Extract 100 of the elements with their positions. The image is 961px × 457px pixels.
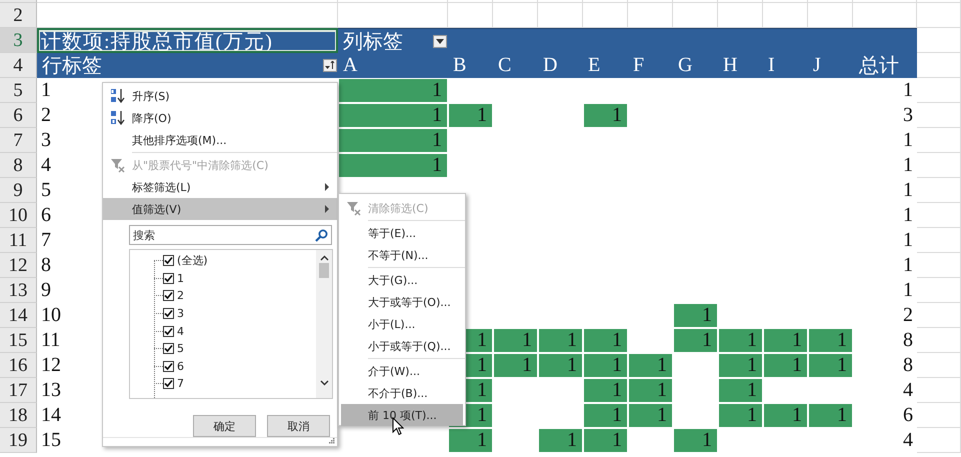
search-icon (315, 229, 328, 242)
checkbox[interactable] (163, 378, 174, 390)
scrollbar-thumb[interactable] (319, 263, 329, 278)
sheet-cell[interactable] (917, 153, 961, 178)
checkbox-label[interactable]: 7 (177, 377, 184, 390)
row-label: 10 (41, 304, 61, 327)
sheet-cell[interactable] (917, 403, 961, 428)
checkbox-label[interactable]: 6 (177, 360, 184, 373)
sort-filter-icon (325, 61, 335, 70)
sheet-cell[interactable] (763, 0, 808, 3)
scrollbar[interactable] (316, 250, 332, 398)
sheet-cell[interactable] (673, 0, 718, 3)
sheet-cell[interactable] (917, 78, 961, 103)
row-header[interactable]: 3 (0, 28, 37, 53)
menu-item[interactable]: 值筛选(V) (103, 198, 337, 220)
checkbox[interactable] (163, 326, 174, 337)
row-header[interactable]: 11 (0, 228, 37, 253)
menu-item[interactable]: 其他排序选项(M)... (103, 129, 337, 151)
dialog-button[interactable]: 确定 (193, 415, 256, 437)
checkbox[interactable] (163, 343, 174, 354)
sheet-cell[interactable] (917, 203, 961, 228)
checkbox-label[interactable]: (全选) (177, 253, 208, 268)
sheet-cell[interactable] (917, 3, 961, 28)
total-cell-text: 8 (902, 353, 914, 378)
row-header[interactable]: 13 (0, 278, 37, 303)
row-header[interactable]: 16 (0, 353, 37, 378)
sheet-cell[interactable] (917, 28, 961, 53)
value-cell: 1 (449, 429, 492, 452)
sheet-cell[interactable] (853, 0, 917, 3)
sheet-cell[interactable] (917, 303, 961, 328)
sheet-cell[interactable] (37, 0, 338, 3)
row-header[interactable]: 15 (0, 328, 37, 353)
row-header[interactable]: 10 (0, 203, 37, 228)
menu-item[interactable]: 标签筛选(L) (103, 176, 337, 198)
checkbox[interactable] (163, 290, 174, 302)
sheet-cell[interactable] (917, 328, 961, 353)
menu-item[interactable]: 降序(O) (103, 107, 337, 129)
menu-item[interactable]: 不等于(N)... (339, 244, 465, 266)
column-header: H (718, 53, 763, 78)
row-header[interactable]: 7 (0, 128, 37, 153)
checkbox[interactable] (163, 272, 174, 284)
row-header[interactable]: 5 (0, 78, 37, 103)
checkbox-label[interactable]: 1 (177, 272, 184, 285)
sheet-cell[interactable] (583, 0, 628, 3)
sheet-cell[interactable] (917, 428, 961, 453)
sheet-cell[interactable] (718, 0, 763, 3)
checkbox[interactable] (163, 255, 174, 266)
column-header: A (338, 53, 448, 78)
sheet-cell[interactable] (917, 53, 961, 78)
sheet-cell[interactable] (917, 228, 961, 253)
sheet-cell[interactable] (917, 378, 961, 403)
scroll-up-icon[interactable] (320, 255, 328, 261)
sheet-cell[interactable] (917, 178, 961, 203)
dialog-button[interactable]: 取消 (267, 415, 330, 437)
row-label: 12 (41, 354, 61, 377)
row-header[interactable]: 8 (0, 153, 37, 178)
row-header[interactable]: 18 (0, 403, 37, 428)
menu-item[interactable]: 大于或等于(O)... (339, 291, 465, 313)
checkbox-label[interactable]: 2 (177, 289, 184, 302)
value-cell: 1 (339, 154, 447, 177)
row-header[interactable]: 4 (0, 53, 37, 78)
sheet-cell[interactable] (628, 0, 673, 3)
row-header[interactable]: 14 (0, 303, 37, 328)
scroll-down-icon[interactable] (320, 380, 328, 386)
pivot-title-cell[interactable]: 计数项:持股总市值(万元) (37, 28, 338, 53)
sheet-cell[interactable] (917, 253, 961, 278)
row-header[interactable]: 17 (0, 378, 37, 403)
row-label: 1 (41, 79, 51, 102)
row-header[interactable]: 9 (0, 178, 37, 203)
menu-item[interactable]: 等于(E)... (339, 222, 465, 244)
sheet-cell[interactable] (917, 128, 961, 153)
checkbox[interactable] (163, 360, 174, 372)
resize-grip-icon[interactable] (329, 438, 335, 444)
row-header[interactable]: 2 (0, 3, 37, 28)
sheet-cell[interactable] (538, 0, 583, 3)
sheet-cell[interactable] (808, 0, 853, 3)
value-cell: 1 (629, 354, 672, 377)
row-header[interactable]: 6 (0, 103, 37, 128)
menu-item[interactable]: 大于(G)... (339, 269, 465, 291)
sheet-cell[interactable] (493, 0, 538, 3)
sheet-cell[interactable] (917, 103, 961, 128)
row-header[interactable]: 12 (0, 253, 37, 278)
sheet-cell[interactable] (448, 0, 493, 3)
sheet-cell[interactable] (917, 353, 961, 378)
sheet-cell[interactable] (917, 0, 961, 3)
checkbox-label[interactable]: 3 (177, 307, 184, 320)
sheet-cell[interactable] (917, 278, 961, 303)
checkbox-label[interactable]: 5 (177, 342, 184, 356)
sheet-cell[interactable] (338, 0, 448, 3)
search-field[interactable]: 搜索 (129, 225, 332, 245)
value-cell: 1 (764, 354, 807, 377)
checkbox-label[interactable]: 4 (177, 324, 184, 338)
menu-item[interactable]: 前 10 项(T)... (341, 404, 463, 426)
menu-item[interactable]: 升序(S) (103, 85, 337, 107)
value-cell: 1 (584, 404, 627, 427)
value-cell: 1 (809, 354, 852, 377)
filter-button[interactable] (323, 59, 337, 72)
checkbox[interactable] (163, 308, 174, 320)
row-header[interactable]: 19 (0, 428, 37, 453)
dropdown-button[interactable] (433, 34, 447, 48)
